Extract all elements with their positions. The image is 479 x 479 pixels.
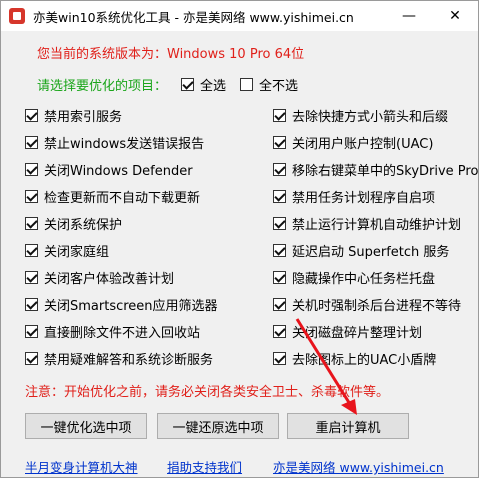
select-none-checkbox[interactable]: 全不选 xyxy=(240,75,298,94)
option-left-0[interactable]: 禁用索引服务 xyxy=(25,105,122,125)
option-left-9[interactable]: 禁用疑难解答和系统诊断服务 xyxy=(25,348,213,368)
option-left-7[interactable]: 关闭Smartscreen应用筛选器 xyxy=(25,294,218,314)
option-right-5[interactable]: 延迟启动 Superfetch 服务 xyxy=(273,240,449,260)
option-label: 禁用索引服务 xyxy=(44,109,123,125)
select-row: 请选择要优化的项目： 全选 全不选 xyxy=(37,75,298,94)
checkbox-icon[interactable] xyxy=(25,351,38,365)
system-version-text: 您当前的系统版本为：Windows 10 Pro 64位 xyxy=(37,47,305,62)
option-label: 关闭客户体验改善计划 xyxy=(44,271,175,287)
option-right-2[interactable]: 移除右键菜单中的SkyDrive Pro xyxy=(273,159,478,179)
option-right-8[interactable]: 关闭磁盘碎片整理计划 xyxy=(273,321,422,341)
checkbox-icon[interactable] xyxy=(273,189,286,203)
checkbox-icon[interactable] xyxy=(273,351,286,365)
option-label: 禁用任务计划程序自启项 xyxy=(292,190,436,206)
option-label: 关闭Windows Defender xyxy=(44,163,193,179)
window-title: 亦美win10系统优化工具 - 亦是美网络 www.yishimei.cn xyxy=(33,9,354,25)
option-label: 关闭磁盘碎片整理计划 xyxy=(292,325,423,341)
checkbox-icon[interactable] xyxy=(25,243,38,257)
option-right-4[interactable]: 禁止运行计算机自动维护计划 xyxy=(273,213,461,233)
tutorial-link[interactable]: 半月变身计算机大神 xyxy=(25,457,138,476)
checkbox-icon[interactable] xyxy=(25,297,38,311)
option-right-7[interactable]: 关机时强制杀后台进程不等待 xyxy=(273,294,461,314)
select-all-label: 全选 xyxy=(200,79,227,94)
checkbox-icon[interactable] xyxy=(25,189,38,203)
option-left-6[interactable]: 关闭客户体验改善计划 xyxy=(25,267,174,287)
app-window: 亦美win10系统优化工具 - 亦是美网络 www.yishimei.cn — … xyxy=(0,0,479,478)
checkbox-icon[interactable] xyxy=(25,270,38,284)
select-all-checkbox[interactable]: 全选 xyxy=(181,75,226,94)
option-label: 关闭家庭组 xyxy=(44,244,110,260)
option-label: 隐藏操作中心任务栏托盘 xyxy=(292,271,436,287)
checkbox-icon[interactable] xyxy=(273,162,286,176)
checkbox-icon[interactable] xyxy=(273,270,286,284)
website-link[interactable]: 亦是美网络 www.yishimei.cn xyxy=(273,457,444,476)
option-label: 关闭Smartscreen应用筛选器 xyxy=(44,298,218,314)
option-left-3[interactable]: 检查更新而不自动下载更新 xyxy=(25,186,200,206)
option-label: 直接删除文件不进入回收站 xyxy=(44,325,201,341)
checkbox-icon[interactable] xyxy=(273,216,286,230)
option-right-1[interactable]: 关闭用户账户控制(UAC) xyxy=(273,132,433,152)
option-label: 禁止运行计算机自动维护计划 xyxy=(292,217,462,233)
option-label: 延迟启动 Superfetch 服务 xyxy=(292,244,450,260)
title-bar[interactable]: 亦美win10系统优化工具 - 亦是美网络 www.yishimei.cn — … xyxy=(1,1,478,31)
option-left-4[interactable]: 关闭系统保护 xyxy=(25,213,122,233)
minimize-button[interactable]: — xyxy=(386,1,432,31)
close-button[interactable]: ✕ xyxy=(432,1,478,31)
restart-computer-button[interactable]: 重启计算机 xyxy=(287,413,409,439)
option-label: 去除图标上的UAC小盾牌 xyxy=(292,352,437,368)
option-right-6[interactable]: 隐藏操作中心任务栏托盘 xyxy=(273,267,435,287)
option-label: 禁止windows发送错误报告 xyxy=(44,136,205,152)
checkbox-icon[interactable] xyxy=(273,324,286,338)
checkbox-icon[interactable] xyxy=(273,108,286,122)
checkbox-icon[interactable] xyxy=(25,162,38,176)
restore-selected-button[interactable]: 一键还原选中项 xyxy=(157,413,279,439)
checkbox-icon[interactable] xyxy=(240,78,254,91)
checkbox-icon[interactable] xyxy=(25,324,38,338)
option-right-3[interactable]: 禁用任务计划程序自启项 xyxy=(273,186,435,206)
checkbox-icon[interactable] xyxy=(273,135,286,149)
option-right-9[interactable]: 去除图标上的UAC小盾牌 xyxy=(273,348,436,368)
option-label: 关闭系统保护 xyxy=(44,217,123,233)
checkbox-icon[interactable] xyxy=(273,297,286,311)
option-label: 关闭用户账户控制(UAC) xyxy=(292,136,434,152)
warning-notice: 注意：开始优化之前，请务必关闭各类安全卫士、杀毒软件等。 xyxy=(25,385,390,400)
option-right-0[interactable]: 去除快捷方式小箭头和后缀 xyxy=(273,105,448,125)
app-icon xyxy=(9,8,25,24)
checkbox-icon[interactable] xyxy=(181,78,195,91)
option-label: 移除右键菜单中的SkyDrive Pro xyxy=(292,163,479,179)
option-left-8[interactable]: 直接删除文件不进入回收站 xyxy=(25,321,200,341)
select-none-label: 全不选 xyxy=(259,79,299,94)
option-left-2[interactable]: 关闭Windows Defender xyxy=(25,159,193,179)
optimize-selected-button[interactable]: 一键优化选中项 xyxy=(25,413,147,439)
checkbox-icon[interactable] xyxy=(25,135,38,149)
checkbox-icon[interactable] xyxy=(273,243,286,257)
donate-link[interactable]: 捐助支持我们 xyxy=(167,457,242,476)
checkbox-icon[interactable] xyxy=(25,108,38,122)
select-prompt: 请选择要优化的项目： xyxy=(37,79,168,94)
option-left-1[interactable]: 禁止windows发送错误报告 xyxy=(25,132,204,152)
checkbox-icon[interactable] xyxy=(25,216,38,230)
option-label: 禁用疑难解答和系统诊断服务 xyxy=(44,352,214,368)
option-left-5[interactable]: 关闭家庭组 xyxy=(25,240,109,260)
option-label: 去除快捷方式小箭头和后缀 xyxy=(292,109,449,125)
option-label: 检查更新而不自动下载更新 xyxy=(44,190,201,206)
option-label: 关机时强制杀后台进程不等待 xyxy=(292,298,462,314)
